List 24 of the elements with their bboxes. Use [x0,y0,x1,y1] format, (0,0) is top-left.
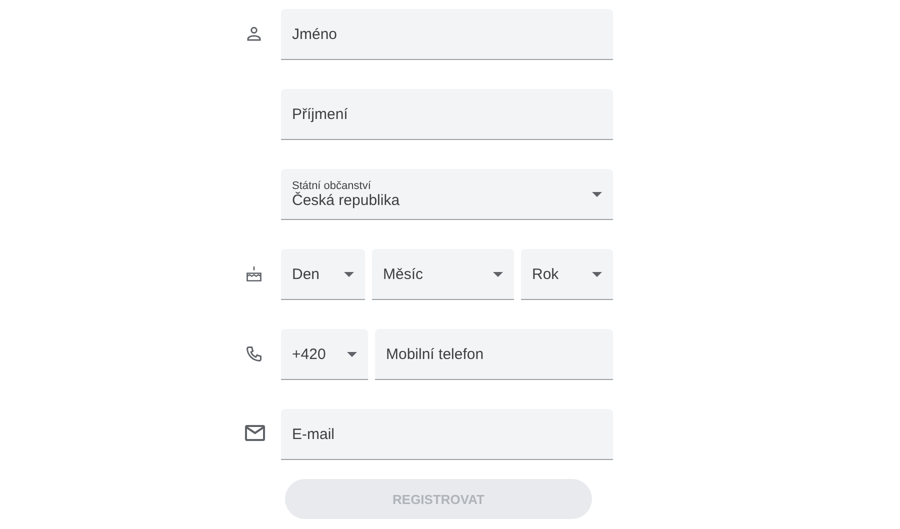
dropdown-caret-icon [592,192,602,196]
selected-value: +420 [292,346,327,362]
dropdown-caret-icon [592,272,602,276]
select-field[interactable]: Den [281,249,365,300]
selected-value: Rok [532,266,560,282]
person-icon [245,25,263,43]
text-input-field[interactable]: Příjmení [281,89,613,140]
selected-value: Česká republika [292,192,401,208]
select-field[interactable]: Státní občanství Česká republika [281,169,613,220]
select-field[interactable]: Měsíc [372,249,514,300]
field-label: Státní občanství [292,180,372,192]
text-input-field[interactable]: Mobilní telefon [375,329,613,380]
selected-value: Den [292,266,321,282]
text-input-field[interactable]: E-mail [281,409,613,460]
cake-icon [245,265,263,283]
select-field[interactable]: +420 [281,329,368,380]
selected-value: Měsíc [383,266,424,282]
text-input-field[interactable]: Jméno [281,9,613,60]
dropdown-caret-icon [347,352,357,356]
dropdown-caret-icon [493,272,503,276]
select-field[interactable]: Rok [521,249,613,300]
mail-icon [245,425,265,441]
dropdown-caret-icon [344,272,354,276]
phone-icon [245,345,263,363]
